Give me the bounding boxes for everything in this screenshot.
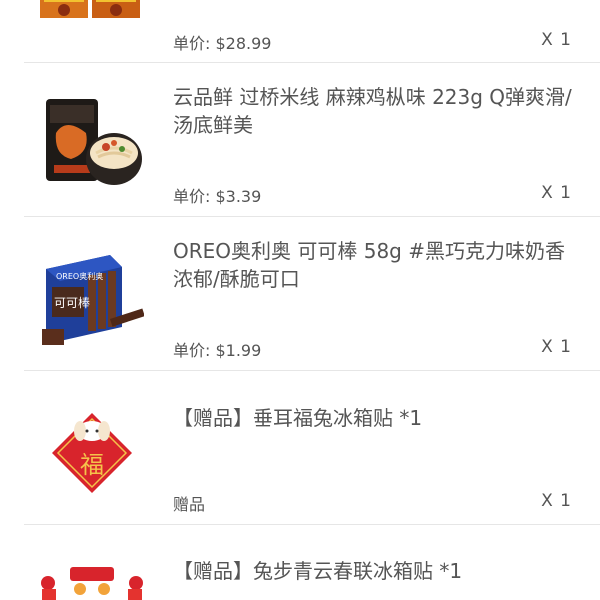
product-title: 【赠品】垂耳福兔冰箱贴 *1 (173, 406, 423, 430)
fu-rabbit-magnet-image: 福 (40, 401, 144, 505)
list-item[interactable]: 单价: $28.99 X 1 (0, 0, 600, 62)
noodle-pack-image (40, 0, 144, 20)
oreo-brand-label: OREO奥利奥 (56, 271, 103, 281)
quantity: X 1 (541, 491, 572, 511)
product-title: 【赠品】兔步青云春联冰箱贴 *1 (173, 559, 463, 583)
list-item[interactable]: 云品鲜 过桥米线 麻辣鸡枞味 223g Q弹爽滑/汤底鲜美 单价: $3.39 … (0, 63, 600, 216)
quantity: X 1 (541, 337, 572, 357)
oreo-product-label: 可可棒 (54, 296, 90, 310)
rice-noodle-bowl-image (40, 93, 144, 197)
product-title: 云品鲜 过桥米线 麻辣鸡枞味 223g Q弹爽滑/汤底鲜美 (173, 85, 572, 137)
fu-character-label: 福 (80, 451, 104, 479)
oreo-box-image: OREO奥利奥 可可棒 (40, 245, 144, 349)
unit-price: 单价: $1.99 (173, 341, 262, 360)
unit-price: 单价: $3.39 (173, 187, 262, 206)
list-item[interactable]: 福 【赠品】垂耳福兔冰箱贴 *1 赠品 X 1 (0, 371, 600, 524)
unit-price: 单价: $28.99 (173, 34, 272, 53)
quantity: X 1 (541, 183, 572, 203)
couplet-magnet-image (40, 565, 144, 600)
list-item[interactable]: OREO奥利奥 可可棒 OREO奥利奥 可可棒 58g #黑巧克力味奶香浓郁/酥… (0, 217, 600, 370)
quantity: X 1 (541, 30, 572, 50)
list-item[interactable]: 【赠品】兔步青云春联冰箱贴 *1 (0, 525, 600, 600)
gift-label: 赠品 (173, 495, 206, 514)
order-item-list: 单价: $28.99 X 1 云品鲜 过桥米线 麻辣鸡枞味 223g Q弹爽滑/… (0, 0, 600, 600)
product-title: OREO奥利奥 可可棒 58g #黑巧克力味奶香浓郁/酥脆可口 (173, 239, 565, 291)
